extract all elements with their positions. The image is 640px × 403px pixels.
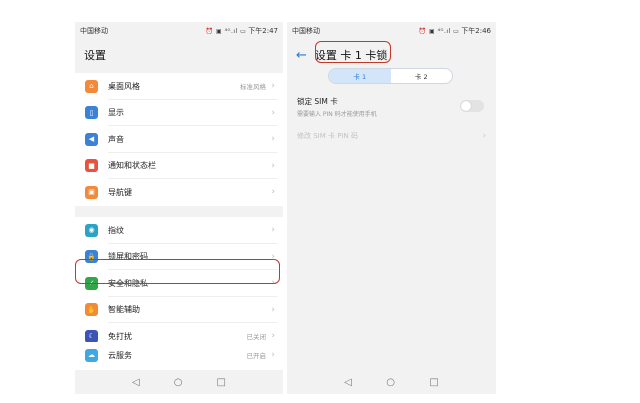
chevron-right-icon: › bbox=[271, 225, 275, 236]
back-nav-icon[interactable]: ◁ bbox=[344, 377, 352, 388]
hand-icon: ✋ bbox=[85, 303, 98, 317]
lock-sim-toggle[interactable] bbox=[460, 100, 484, 112]
settings-item[interactable]: ✓ 安全和隐私 › bbox=[75, 270, 283, 297]
lock-sim-subtitle: 需要输入 PIN 码才能使用手机 bbox=[297, 111, 377, 118]
moon-icon: ☾ bbox=[85, 329, 98, 343]
settings-item[interactable]: ☁ 云服务 已开启 › bbox=[75, 342, 283, 369]
chevron-right-icon: › bbox=[271, 278, 275, 289]
shield-icon: ✓ bbox=[85, 276, 98, 290]
notification-icon: ■ bbox=[85, 159, 98, 173]
settings-screen: 中国移动 ⏰ ▣ ⁴ᴳ.ıl ▭ 下午2:47 设置 ⌂ 桌面风格 标准风格 › ▯ 显示… bbox=[75, 22, 283, 394]
status-icons: ⏰ ▣ ⁴ᴳ.ıl ▭ bbox=[205, 27, 247, 35]
chevron-right-icon: › bbox=[271, 134, 275, 145]
settings-item-label: 导航键 bbox=[108, 187, 132, 197]
lock-sim-setting[interactable]: 锁定 SIM 卡 需要输入 PIN 码才能使用手机 bbox=[287, 92, 496, 122]
settings-item-label: 通知和状态栏 bbox=[108, 161, 156, 171]
sim-lock-screen: 中国移动 ⏰ ▣ ⁴ᴳ.ıl ▭ 下午2:46 ← 设置 卡 1 卡锁 卡 1 … bbox=[287, 22, 496, 394]
cloud-icon: ☁ bbox=[85, 348, 98, 362]
system-nav-bar: ◁ ○ □ bbox=[287, 370, 496, 394]
recent-apps-icon[interactable]: □ bbox=[217, 377, 226, 388]
header: ← 设置 卡 1 卡锁 bbox=[287, 40, 496, 70]
clock-time: 下午2:46 bbox=[461, 27, 491, 35]
change-pin-item[interactable]: 修改 SIM 卡 PIN 码 › bbox=[287, 126, 496, 146]
settings-item-value: 标准风格 bbox=[240, 83, 266, 92]
settings-item-label: 声音 bbox=[108, 134, 124, 144]
page-title: 设置 卡 1 卡锁 bbox=[314, 49, 388, 62]
home-icon: ⌂ bbox=[85, 79, 98, 93]
settings-item-value: 已开启 bbox=[246, 352, 267, 361]
chevron-right-icon: › bbox=[271, 251, 275, 262]
recent-apps-icon[interactable]: □ bbox=[429, 377, 438, 388]
settings-item-label: 桌面风格 bbox=[108, 81, 140, 91]
settings-group-security: ◉ 指纹 › 🔒 锁屏和密码 › ✓ 安全和隐私 › ✋ 智能辅助 › ☾ 免打扰 已关闭 › bbox=[75, 217, 283, 350]
settings-group-cloud: ☁ 云服务 已开启 › bbox=[75, 342, 283, 370]
settings-item[interactable]: ◉ 指纹 › bbox=[75, 217, 283, 244]
status-icons: ⏰ ▣ ⁴ᴳ.ıl ▭ bbox=[418, 27, 460, 35]
settings-item-label: 指纹 bbox=[108, 225, 124, 235]
clock-time: 下午2:47 bbox=[248, 27, 278, 35]
settings-item[interactable]: ▯ 显示 › bbox=[75, 100, 283, 127]
home-nav-icon[interactable]: ○ bbox=[174, 377, 183, 388]
settings-item-label: 显示 bbox=[108, 108, 124, 118]
sim-tab-switcher: 卡 1 卡 2 bbox=[328, 68, 453, 84]
carrier-label: 中国移动 bbox=[292, 27, 320, 35]
chevron-right-icon: › bbox=[271, 187, 275, 198]
lock-sim-title: 锁定 SIM 卡 bbox=[297, 97, 338, 106]
sound-icon: ◀ bbox=[85, 132, 98, 146]
settings-item[interactable]: ■ 通知和状态栏 › bbox=[75, 153, 283, 180]
chevron-right-icon: › bbox=[271, 81, 275, 92]
status-bar: 中国移动 ⏰ ▣ ⁴ᴳ.ıl ▭ 下午2:46 bbox=[287, 22, 496, 40]
system-nav-bar: ◁ ○ □ bbox=[75, 370, 283, 394]
settings-item-label: 锁屏和密码 bbox=[108, 252, 148, 262]
settings-item-value: 已关闭 bbox=[246, 333, 267, 342]
display-icon: ▯ bbox=[85, 106, 98, 120]
settings-item[interactable]: 🔒 锁屏和密码 › bbox=[75, 244, 283, 271]
settings-group-personalization: ⌂ 桌面风格 标准风格 › ▯ 显示 › ◀ 声音 › ■ 通知和状态栏 › ▣ 导航键 › bbox=[75, 73, 283, 206]
settings-item-label: 智能辅助 bbox=[108, 305, 140, 315]
back-arrow-icon[interactable]: ← bbox=[296, 48, 307, 63]
settings-item-label: 免打扰 bbox=[108, 331, 132, 341]
carrier-label: 中国移动 bbox=[80, 27, 108, 35]
settings-item[interactable]: ▣ 导航键 › bbox=[75, 179, 283, 206]
navigation-key-icon: ▣ bbox=[85, 185, 98, 199]
settings-item[interactable]: ✋ 智能辅助 › bbox=[75, 297, 283, 324]
page-title: 设置 bbox=[84, 49, 106, 62]
status-bar: 中国移动 ⏰ ▣ ⁴ᴳ.ıl ▭ 下午2:47 bbox=[75, 22, 283, 40]
lock-icon: 🔒 bbox=[85, 250, 98, 264]
tab-sim2[interactable]: 卡 2 bbox=[391, 69, 453, 83]
settings-item-label: 安全和隐私 bbox=[108, 278, 148, 288]
fingerprint-icon: ◉ bbox=[85, 223, 98, 237]
chevron-right-icon: › bbox=[271, 160, 275, 171]
chevron-right-icon: › bbox=[482, 131, 486, 141]
toggle-knob bbox=[461, 101, 471, 111]
chevron-right-icon: › bbox=[271, 331, 275, 342]
settings-item-label: 云服务 bbox=[108, 350, 132, 360]
home-nav-icon[interactable]: ○ bbox=[386, 377, 395, 388]
settings-item[interactable]: ◀ 声音 › bbox=[75, 126, 283, 153]
settings-item[interactable]: ⌂ 桌面风格 标准风格 › bbox=[75, 73, 283, 100]
chevron-right-icon: › bbox=[271, 107, 275, 118]
chevron-right-icon: › bbox=[271, 350, 275, 361]
back-nav-icon[interactable]: ◁ bbox=[132, 377, 140, 388]
tab-sim1[interactable]: 卡 1 bbox=[329, 69, 391, 83]
chevron-right-icon: › bbox=[271, 304, 275, 315]
change-pin-label: 修改 SIM 卡 PIN 码 bbox=[297, 132, 358, 140]
